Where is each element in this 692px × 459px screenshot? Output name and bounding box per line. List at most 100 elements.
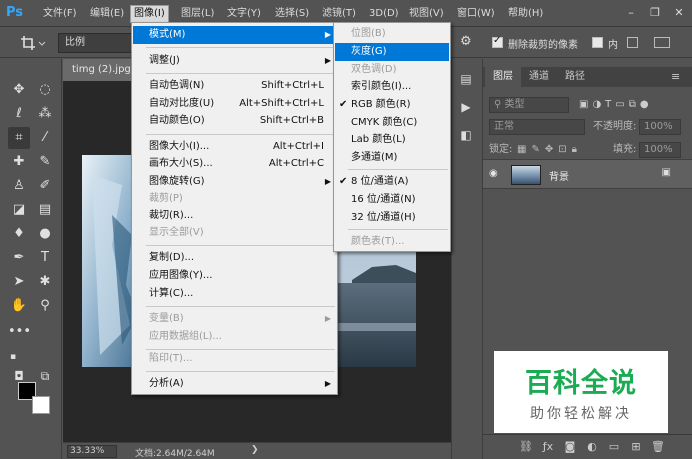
marquee-tool-icon[interactable]: ◌ <box>34 79 56 101</box>
image-menu-item[interactable]: 裁切(R)... <box>133 207 336 225</box>
image-menu-item[interactable]: 图像旋转(G) ▶ <box>133 173 336 191</box>
mode-menu-item[interactable]: ✔ 8 位/通道(A) <box>335 173 449 191</box>
image-menu-item[interactable]: 自动对比度(U) Alt+Shift+Ctrl+L <box>133 95 336 113</box>
eraser-icon[interactable]: ◪ <box>8 199 30 221</box>
menu-help[interactable]: 帮助(H) <box>505 6 546 22</box>
menu-3d[interactable]: 3D(D) <box>366 6 402 22</box>
mode-menu-item[interactable]: 灰度(G) <box>335 43 449 61</box>
hand-icon[interactable]: ✋ <box>8 295 30 317</box>
menu-edit[interactable]: 编辑(E) <box>87 6 127 22</box>
fill-input[interactable]: 100% <box>639 142 681 158</box>
text-tool-icon[interactable]: T <box>34 247 56 269</box>
menu-item-label: 应用数据组(L)... <box>149 331 222 342</box>
close-icon[interactable]: ✕ <box>672 6 686 20</box>
tab-channels[interactable]: 通道 <box>521 67 557 87</box>
path-select-icon[interactable]: ➤ <box>8 271 30 293</box>
adjustment-layer-icon[interactable]: ◐ <box>585 440 599 454</box>
shape-icon[interactable]: ✱ <box>34 271 56 293</box>
mode-menu-item[interactable]: Lab 颜色(L) <box>335 131 449 149</box>
more-tools-icon[interactable]: ••• <box>8 321 31 343</box>
dodge-icon[interactable]: ● <box>34 223 56 245</box>
mode-menu-item[interactable]: 索引颜色(I)... <box>335 78 449 96</box>
mode-menu-item[interactable]: CMYK 颜色(C) <box>335 114 449 132</box>
zoom-level[interactable]: 33.33% <box>67 445 117 458</box>
crop-tool-icon[interactable]: ⌗ <box>8 127 30 149</box>
opacity-input[interactable]: 100% <box>639 119 681 135</box>
add-mask-icon[interactable]: ◙ <box>563 440 577 454</box>
menu-window[interactable]: 窗口(W) <box>454 6 498 22</box>
crop-tool-preset-icon[interactable] <box>20 34 46 52</box>
menu-item-label: 应用图像(Y)... <box>149 270 213 281</box>
trash-icon[interactable]: 🗑︎ <box>651 440 665 454</box>
visibility-eye-icon[interactable]: ◉ <box>489 168 498 179</box>
menu-layer[interactable]: 图层(L) <box>178 6 217 22</box>
history-panel-icon[interactable]: ▤ <box>458 71 474 87</box>
healing-brush-icon[interactable]: ✚ <box>8 151 30 173</box>
screen-mode-icon[interactable]: ⧉ <box>34 365 56 387</box>
mode-menu-item[interactable]: 16 位/通道(N) <box>335 191 449 209</box>
image-menu-item[interactable]: 应用图像(Y)... <box>133 267 336 285</box>
crop-ratio-select[interactable]: 比例 <box>58 33 138 53</box>
mode-menu-item[interactable]: 32 位/通道(H) <box>335 209 449 227</box>
image-menu-item[interactable]: 自动颜色(O) Shift+Ctrl+B <box>133 112 336 130</box>
menu-item-label: 自动对比度(U) <box>149 98 215 109</box>
menu-filter[interactable]: 滤镜(T) <box>319 6 359 22</box>
properties-icon[interactable]: ◧ <box>458 127 474 143</box>
new-group-icon[interactable]: ▭ <box>607 440 621 454</box>
zoom-icon[interactable]: ⚲ <box>34 295 56 317</box>
filter-icons[interactable]: ▣◑T▭⧉● <box>579 96 653 114</box>
tab-layers[interactable]: 图层 <box>485 67 521 87</box>
fx-icon[interactable]: ƒx <box>541 440 555 454</box>
image-menu-item[interactable]: 计算(C)... <box>133 285 336 303</box>
image-menu-item[interactable]: 分析(A) ▶ <box>133 375 336 393</box>
document-tab[interactable]: timg (2).jpg <box>63 59 133 81</box>
layer-kind-filter[interactable]: ⚲ 类型 <box>489 97 569 113</box>
lasso-tool-icon[interactable]: ℓ <box>8 103 30 125</box>
brush-icon[interactable]: ✎ <box>34 151 56 173</box>
gradient-icon[interactable]: ▤ <box>34 199 56 221</box>
history-brush-icon[interactable]: ✐ <box>34 175 56 197</box>
play-actions-icon[interactable]: ▶ <box>458 99 474 115</box>
menu-file[interactable]: 文件(F) <box>40 6 80 22</box>
eyedropper-icon[interactable]: ⁄ <box>34 127 56 149</box>
blend-mode-select[interactable]: 正常 <box>489 119 585 135</box>
restore-icon[interactable]: ❐ <box>648 6 662 20</box>
status-menu-arrow[interactable]: ❯ <box>251 445 259 455</box>
menu-view[interactable]: 视图(V) <box>406 6 447 22</box>
lock-icons[interactable]: ▦✎✥⊡🔒︎ <box>517 141 582 159</box>
mode-item-label: 8 位/通道(A) <box>351 176 409 187</box>
image-menu-item[interactable]: 复制(D)... <box>133 249 336 267</box>
mode-menu-item[interactable]: 多通道(M) <box>335 149 449 167</box>
pen-icon[interactable]: ✒ <box>8 247 30 269</box>
submenu-arrow-icon: ▶ <box>324 56 331 65</box>
magic-wand-icon[interactable]: ⁂ <box>34 103 56 125</box>
menu-item-label: 变量(B) <box>149 313 184 324</box>
link-layers-icon[interactable]: ⛓ <box>519 440 533 454</box>
quick-mask-icon[interactable]: ◘ <box>8 365 30 387</box>
content-aware-checkbox[interactable] <box>592 37 603 48</box>
image-menu-item[interactable]: 调整(J) ▶ <box>133 52 336 70</box>
gear-icon[interactable]: ⚙ <box>460 35 474 49</box>
menu-separator <box>146 371 335 372</box>
menu-type[interactable]: 文字(Y) <box>224 6 264 22</box>
image-menu-item[interactable]: 画布大小(S)... Alt+Ctrl+C <box>133 155 336 173</box>
image-menu-item[interactable]: 模式(M) ▶ <box>133 26 336 44</box>
new-layer-icon[interactable]: ⊞ <box>629 440 643 454</box>
move-tool-icon[interactable]: ✥ <box>8 79 30 101</box>
tab-paths[interactable]: 路径 <box>557 67 593 87</box>
blur-icon[interactable]: ♦ <box>8 223 30 245</box>
mode-menu-item[interactable]: ✔ RGB 颜色(R) <box>335 96 449 114</box>
menu-image[interactable]: 图像(I) <box>130 5 169 23</box>
workspace-icon[interactable] <box>654 37 670 48</box>
menu-select[interactable]: 选择(S) <box>272 6 312 22</box>
menu-item-label: 调整(J) <box>149 55 180 66</box>
panel-menu-icon[interactable]: ≡ <box>671 67 680 87</box>
panel-toggle-icon[interactable] <box>627 37 638 48</box>
delete-cropped-checkbox[interactable] <box>492 35 503 48</box>
minimize-icon[interactable]: – <box>624 6 638 20</box>
background-color-swatch[interactable] <box>32 396 50 414</box>
image-menu-item[interactable]: 自动色调(N) Shift+Ctrl+L <box>133 77 336 95</box>
layer-row-background[interactable]: ◉ 背景 ▣ <box>483 159 692 189</box>
stamp-icon[interactable]: ♙ <box>8 175 30 197</box>
image-menu-item[interactable]: 图像大小(I)... Alt+Ctrl+I <box>133 138 336 156</box>
